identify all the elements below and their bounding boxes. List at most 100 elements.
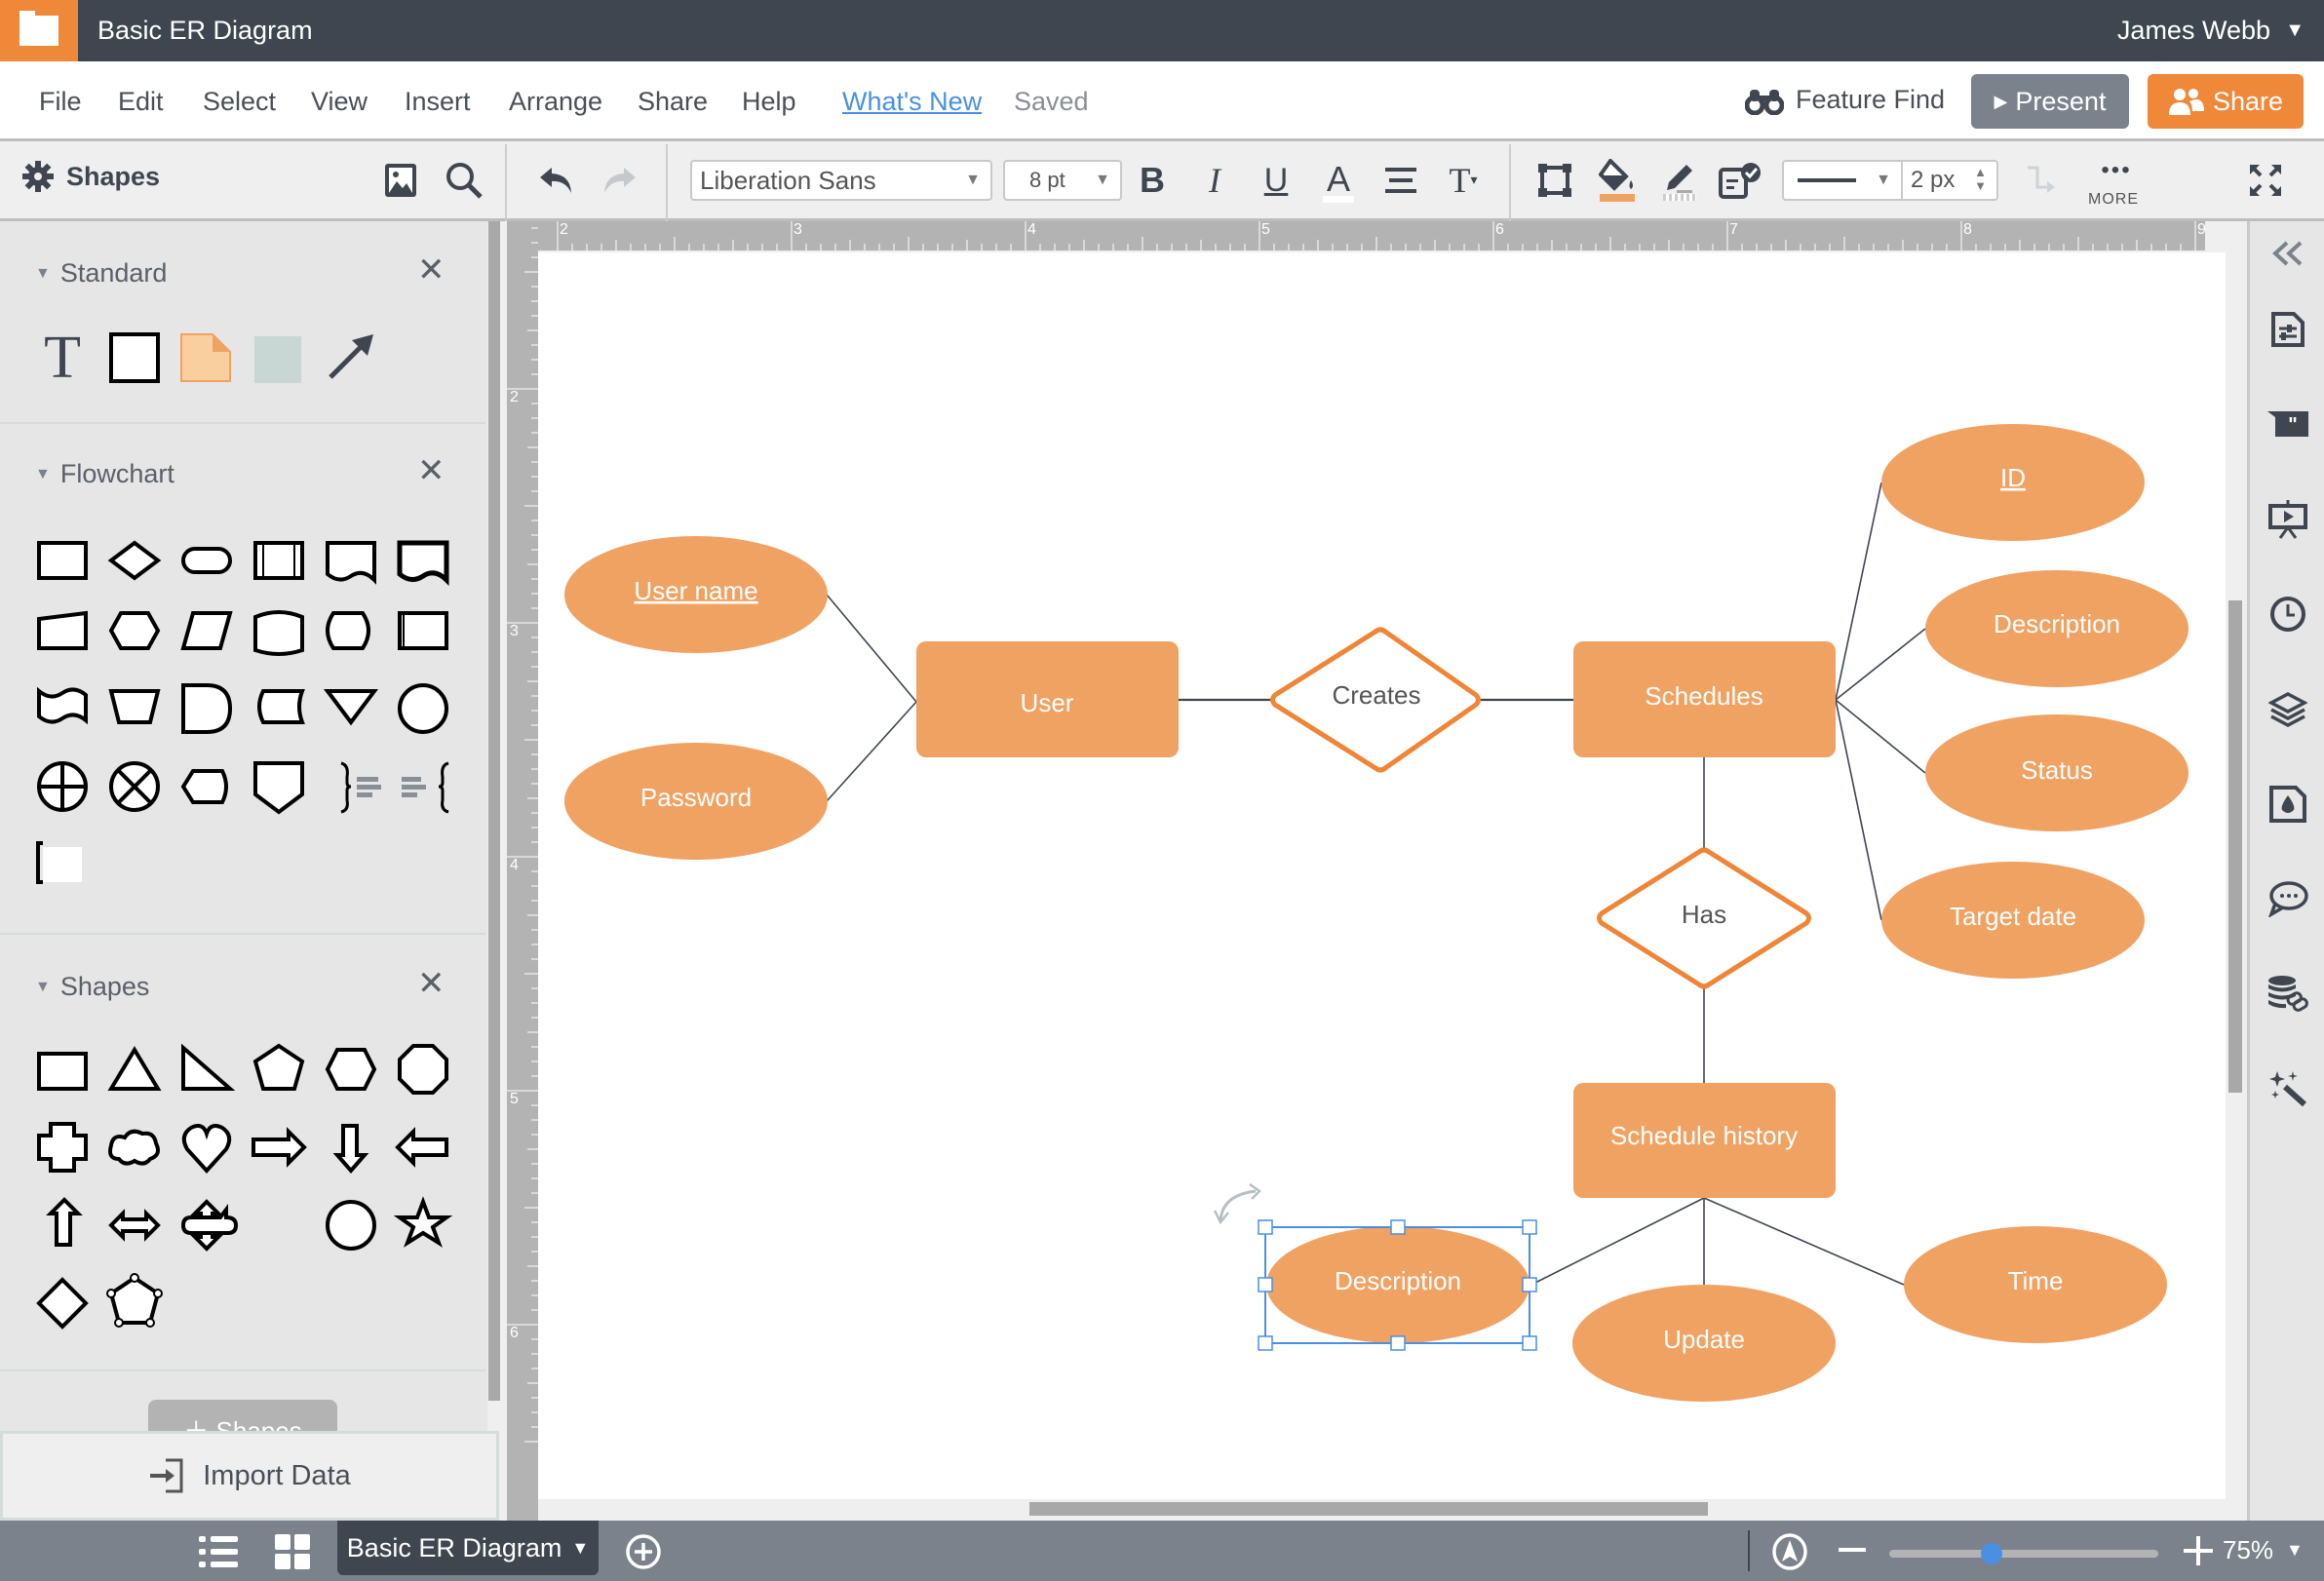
redo-icon[interactable] (597, 158, 641, 203)
chat-icon[interactable] (2266, 876, 2310, 921)
bold-icon[interactable]: B (1130, 158, 1175, 203)
line-width-stepper[interactable]: 2 px ▲ ▼ (1901, 160, 1998, 201)
play-icon: ▶ (1994, 91, 2008, 111)
whats-new-link[interactable]: What's New (842, 87, 982, 117)
layers-icon[interactable] (2266, 687, 2310, 732)
attribute-password[interactable]: Password (564, 743, 828, 860)
resize-handle (1258, 1335, 1273, 1351)
menu-select[interactable]: Select (203, 87, 276, 117)
shape-direct-access (326, 611, 370, 650)
ruler-label: 4 (1027, 221, 1036, 238)
undo-icon[interactable] (534, 158, 579, 203)
italic-icon[interactable]: I (1192, 158, 1237, 203)
collapse-icon[interactable] (2266, 231, 2310, 276)
menu-file[interactable]: File (39, 87, 82, 117)
chevron-down-icon[interactable]: ▼ (571, 1538, 589, 1559)
present-button[interactable]: ▶ Present (1971, 74, 2129, 129)
user-menu[interactable]: James Webb (2117, 16, 2270, 46)
relationship-creates[interactable]: Creates (1270, 627, 1481, 773)
chevron-down-icon[interactable]: ▼ (2285, 19, 2305, 42)
zoom-slider-handle[interactable] (1980, 1543, 2002, 1564)
page-list-icon[interactable] (199, 1534, 240, 1574)
shape-rectangle[interactable] (107, 328, 162, 383)
search-icon[interactable] (442, 158, 486, 203)
shape-text[interactable]: T (35, 325, 90, 391)
insert-image-icon[interactable] (378, 158, 423, 203)
attribute-target-date[interactable]: Target date (1881, 862, 2145, 979)
entity-schedules[interactable]: Schedules (1573, 641, 1836, 757)
folder-icon (19, 11, 58, 46)
zoom-out-icon[interactable] (1839, 1548, 1866, 1552)
horizontal-scrollbar[interactable] (1029, 1502, 1708, 1516)
attribute-username[interactable]: User name (564, 536, 828, 653)
feature-find-button[interactable]: Feature Find (1745, 85, 1945, 115)
fullscreen-icon[interactable] (2243, 158, 2288, 203)
shape-block[interactable] (252, 328, 307, 383)
theme-icon[interactable] (2266, 782, 2310, 827)
menu-share[interactable]: Share (638, 87, 708, 117)
data-link-icon[interactable] (2266, 972, 2310, 1017)
add-page-icon[interactable] (624, 1532, 663, 1576)
text-color-icon[interactable]: A (1316, 158, 1361, 203)
vertical-ruler: 2 3 4 5 6 (507, 154, 538, 1521)
font-size-select[interactable]: 8 pt ▼ (1003, 160, 1122, 201)
text-options-icon[interactable]: T ▾ (1441, 158, 1486, 203)
import-data-button[interactable]: Import Data (0, 1431, 499, 1521)
fill-color-icon[interactable] (1595, 158, 1640, 203)
zoom-slider[interactable] (1889, 1550, 2158, 1558)
attribute-update[interactable]: Update (1572, 1285, 1836, 1402)
presentation-icon[interactable] (2266, 497, 2310, 542)
left-panel-scrollbar[interactable] (488, 221, 500, 1401)
relationship-has[interactable]: Has (1597, 847, 1811, 989)
line-style-select[interactable]: ▼ (1782, 160, 1903, 201)
page-tab[interactable]: Basic ER Diagram ▼ (337, 1521, 599, 1575)
close-shapes-icon[interactable]: ✕ (417, 964, 445, 1003)
stepper-arrows-icon[interactable]: ▲ ▼ (1974, 166, 1987, 193)
entity-user[interactable]: User (916, 641, 1179, 757)
waypoint-icon[interactable] (2018, 158, 2063, 203)
attribute-description[interactable]: Description (1925, 570, 2188, 687)
menu-edit[interactable]: Edit (118, 87, 164, 117)
line-color-icon[interactable] (1657, 158, 1702, 203)
menu-view[interactable]: View (311, 87, 368, 117)
menu-insert[interactable]: Insert (405, 87, 471, 117)
comments-quote-icon[interactable]: " (2266, 402, 2310, 446)
section-standard-header[interactable]: ▼ Standard (35, 258, 167, 289)
diagram-canvas[interactable]: User Schedules Schedule history Creates … (538, 252, 2226, 1499)
zoom-in-icon[interactable] (2184, 1536, 2213, 1570)
underline-icon[interactable]: U (1254, 158, 1298, 203)
more-icon[interactable]: ••• (2094, 148, 2139, 193)
navigator-icon[interactable] (1771, 1532, 1808, 1576)
font-family-select[interactable]: Liberation Sans ▼ (690, 160, 992, 201)
fill-color-swatch (1600, 194, 1635, 202)
menu-arrange[interactable]: Arrange (509, 87, 602, 117)
vertical-scrollbar[interactable] (2228, 600, 2242, 1093)
entity-schedule-history[interactable]: Schedule history (1573, 1083, 1836, 1198)
attribute-id[interactable]: ID (1881, 424, 2145, 541)
gear-icon[interactable] (21, 160, 55, 193)
close-flowchart-icon[interactable]: ✕ (417, 451, 445, 490)
attribute-time[interactable]: Time (1904, 1226, 2167, 1343)
zoom-level[interactable]: 75% (2223, 1535, 2273, 1565)
section-flowchart-header[interactable]: ▼ Flowchart (35, 459, 174, 489)
chevron-down-icon[interactable]: ▼ (2286, 1540, 2304, 1561)
documents-folder-button[interactable] (0, 0, 78, 61)
style-icon[interactable] (1718, 158, 1762, 203)
page-settings-icon[interactable] (2266, 307, 2310, 352)
attribute-history-description[interactable]: Description (1266, 1226, 1530, 1343)
shape-arrow[interactable] (325, 328, 379, 383)
document-title[interactable]: Basic ER Diagram (97, 16, 313, 46)
align-icon[interactable] (1378, 158, 1423, 203)
close-standard-icon[interactable]: ✕ (417, 251, 445, 289)
shape-border-icon[interactable] (1532, 158, 1577, 203)
attribute-status[interactable]: Status (1925, 714, 2188, 831)
section-shapes-header[interactable]: ▼ Shapes (35, 972, 149, 1002)
menu-help[interactable]: Help (742, 87, 796, 117)
magic-wand-icon[interactable] (2266, 1066, 2310, 1111)
ruler-label: 3 (510, 623, 519, 639)
shape-note[interactable] (179, 328, 234, 383)
history-icon[interactable] (2266, 592, 2310, 636)
share-button[interactable]: Share (2148, 74, 2304, 129)
line-width-value: 2 px (1911, 167, 1956, 193)
page-grid-icon[interactable] (275, 1534, 310, 1574)
